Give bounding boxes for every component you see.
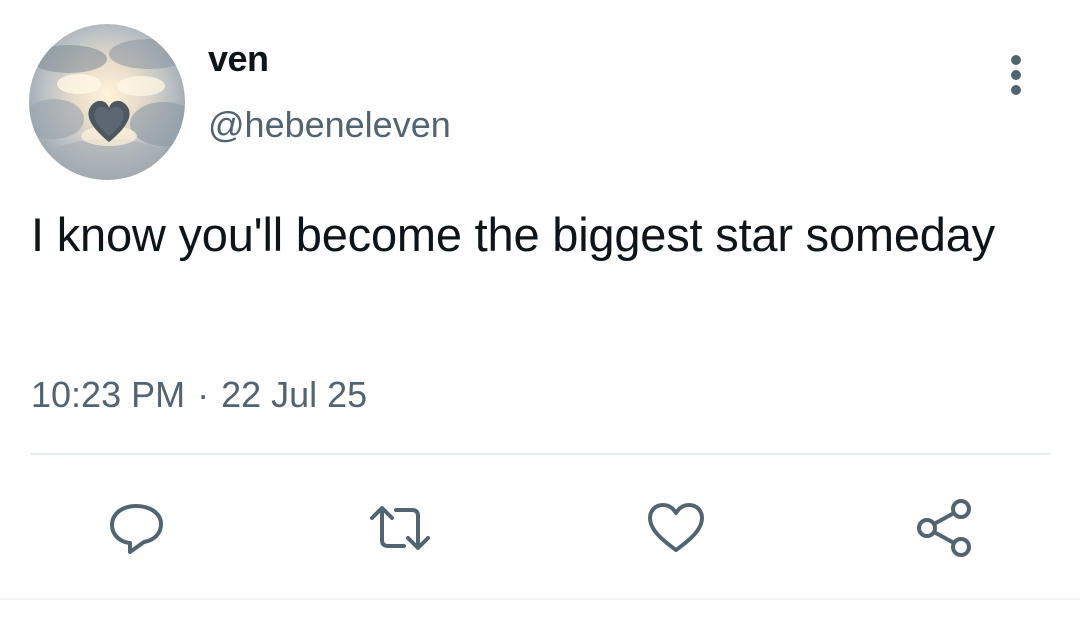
user-handle[interactable]: @hebeneleven — [208, 104, 451, 146]
tweet-date: 22 Jul 25 — [221, 374, 368, 415]
retweet-button[interactable] — [368, 496, 432, 560]
like-button[interactable] — [644, 496, 708, 560]
reply-button[interactable] — [104, 496, 168, 560]
sky-heart-cloud-avatar — [29, 24, 185, 180]
more-vertical-icon — [1011, 55, 1021, 95]
meta-separator: · — [197, 374, 210, 415]
bottom-divider — [0, 598, 1080, 600]
more-options-button[interactable] — [996, 52, 1036, 100]
share-icon — [917, 499, 971, 557]
reply-icon — [110, 504, 163, 554]
display-name[interactable]: ven — [208, 38, 269, 80]
tweet-timestamp[interactable]: 10:23 PM · 22 Jul 25 — [31, 374, 367, 416]
divider — [31, 453, 1050, 455]
heart-icon — [648, 503, 704, 552]
retweet-icon — [370, 506, 430, 550]
tweet-text: I know you'll become the biggest star so… — [31, 208, 995, 261]
tweet-time: 10:23 PM — [31, 374, 186, 415]
share-button[interactable] — [913, 496, 977, 560]
avatar[interactable] — [29, 24, 185, 180]
tweet-card: ven @hebeneleven I know you'll become th… — [0, 0, 1080, 618]
